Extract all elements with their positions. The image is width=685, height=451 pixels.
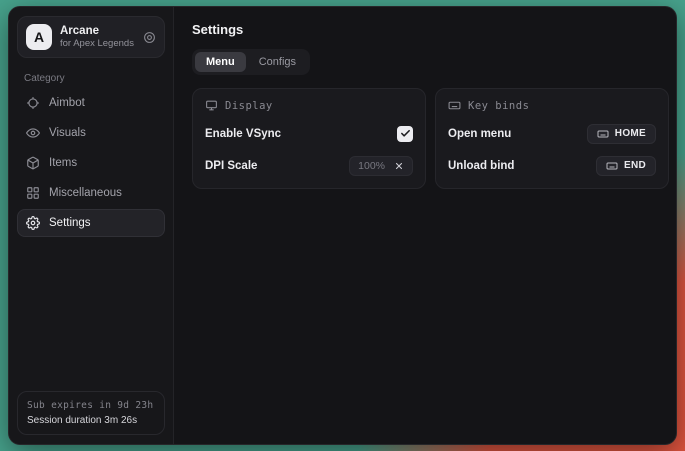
open-menu-label: Open menu: [448, 128, 511, 140]
display-card: Display Enable VSync DPI Scale 100%: [192, 88, 426, 189]
app-logo: A: [26, 24, 52, 50]
sidebar-item-aimbot[interactable]: Aimbot: [17, 89, 165, 117]
display-card-title: Display: [225, 100, 273, 112]
keyboard-icon: [448, 99, 461, 112]
grid-icon: [26, 186, 40, 200]
dpi-row: DPI Scale 100%: [205, 155, 413, 176]
keybinds-card: Key binds Open menu HOME Unload bind: [435, 88, 669, 189]
unload-keybind-button[interactable]: END: [596, 156, 656, 176]
tab-menu[interactable]: Menu: [195, 52, 246, 72]
vsync-label: Enable VSync: [205, 128, 281, 140]
display-card-header: Display: [205, 99, 413, 112]
main-content: Settings Menu Configs Display Enable VSy…: [174, 7, 677, 444]
sidebar: A Arcane for Apex Legends Category: [9, 7, 174, 444]
keybinds-card-title: Key binds: [468, 100, 529, 112]
category-nav: Aimbot Visuals Items: [17, 89, 165, 237]
sidebar-item-label: Miscellaneous: [49, 187, 122, 199]
sidebar-item-label: Settings: [49, 217, 91, 229]
keyboard-icon: [606, 160, 618, 172]
subscription-info: Sub expires in 9d 23h Session duration 3…: [17, 391, 165, 435]
sub-expires-text: Sub expires in 9d 23h: [27, 400, 155, 411]
app-subtitle: for Apex Legends: [60, 38, 134, 50]
sidebar-item-items[interactable]: Items: [17, 149, 165, 177]
keybinds-card-header: Key binds: [448, 99, 656, 112]
open-menu-keybind-button[interactable]: HOME: [587, 124, 656, 144]
unload-key: END: [624, 160, 646, 171]
vsync-checkbox[interactable]: [397, 126, 413, 142]
settings-tabbar: Menu Configs: [192, 49, 310, 75]
dpi-label: DPI Scale: [205, 160, 257, 172]
vsync-row: Enable VSync: [205, 123, 413, 144]
sidebar-item-label: Aimbot: [49, 97, 85, 109]
app-window: A Arcane for Apex Legends Category: [8, 6, 677, 445]
target-icon[interactable]: [143, 31, 156, 44]
dpi-scale-input[interactable]: 100%: [349, 156, 413, 176]
check-icon: [400, 128, 411, 139]
cube-icon: [26, 156, 40, 170]
dpi-scale-value: 100%: [358, 160, 385, 172]
open-menu-row: Open menu HOME: [448, 123, 656, 144]
unload-bind-row: Unload bind END: [448, 155, 656, 176]
settings-cards: Display Enable VSync DPI Scale 100%: [192, 88, 669, 189]
open-menu-key: HOME: [615, 128, 646, 139]
brand-card: A Arcane for Apex Legends: [17, 16, 165, 58]
keyboard-icon: [597, 128, 609, 140]
brand-text: Arcane for Apex Legends: [60, 24, 134, 50]
page-title: Settings: [192, 22, 669, 37]
category-label: Category: [24, 73, 158, 84]
session-duration-text: Session duration 3m 26s: [27, 415, 155, 426]
unload-bind-label: Unload bind: [448, 160, 514, 172]
tab-configs[interactable]: Configs: [248, 52, 307, 72]
sidebar-item-visuals[interactable]: Visuals: [17, 119, 165, 147]
clear-icon[interactable]: [394, 161, 404, 171]
eye-icon: [26, 126, 40, 140]
gear-icon: [26, 216, 40, 230]
sidebar-item-miscellaneous[interactable]: Miscellaneous: [17, 179, 165, 207]
app-name: Arcane: [60, 24, 134, 38]
sidebar-item-label: Visuals: [49, 127, 86, 139]
sidebar-item-label: Items: [49, 157, 77, 169]
monitor-icon: [205, 99, 218, 112]
sidebar-item-settings[interactable]: Settings: [17, 209, 165, 237]
crosshair-icon: [26, 96, 40, 110]
